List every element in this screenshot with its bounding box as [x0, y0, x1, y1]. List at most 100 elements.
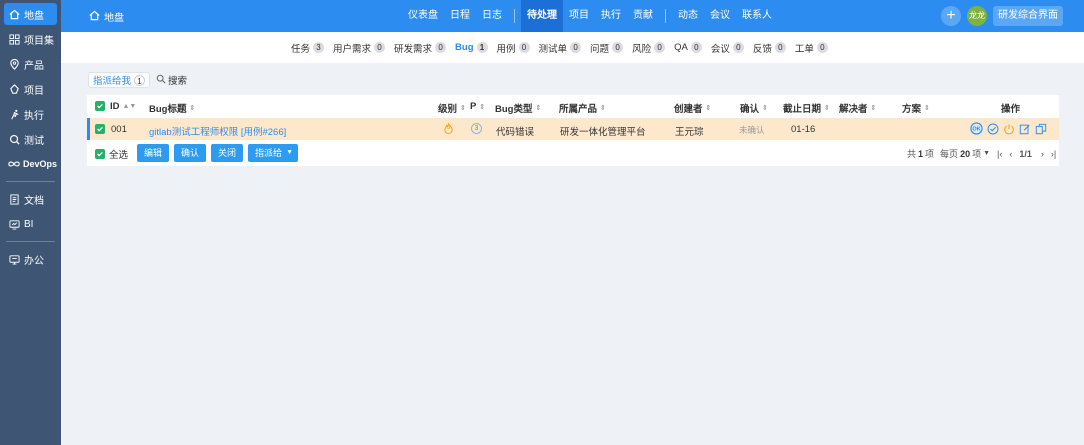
- cell-deadline: 01-16: [791, 124, 816, 135]
- batch-assign-dropdown[interactable]: 指派给 ▼: [248, 144, 299, 162]
- first-page-icon[interactable]: |‹: [997, 149, 1002, 159]
- top-navbar: 地盘 仪表盘 日程 日志 待处理 项目 执行 贡献 动态 会议 联系人 + 龙龙…: [61, 0, 1084, 32]
- tab-label: 用户需求: [333, 43, 372, 55]
- tab-issue[interactable]: 问题 0: [590, 41, 624, 55]
- nav-calendar[interactable]: 日程: [444, 0, 476, 32]
- header-label: Bug类型: [495, 104, 533, 115]
- table-row[interactable]: 001 gitlab测试工程师权限 [用例#266] 3 3 代码错误 研发一体…: [87, 118, 1059, 140]
- close-power-icon[interactable]: [1002, 122, 1015, 135]
- row-checkbox[interactable]: [95, 124, 105, 134]
- header-id[interactable]: ID ▲▼: [110, 101, 136, 112]
- header-confirmed[interactable]: 确认 ⇕: [740, 101, 768, 115]
- header-creator[interactable]: 创建者 ⇕: [674, 101, 711, 115]
- copy-icon[interactable]: [1034, 122, 1047, 135]
- sidebar-item-label: 执行: [24, 110, 44, 122]
- confirm-ok-icon[interactable]: OK: [970, 122, 983, 135]
- select-all-checkbox[interactable]: 全选: [95, 147, 128, 161]
- resolve-check-icon[interactable]: [986, 122, 999, 135]
- sidebar-item-test[interactable]: 测试: [4, 128, 57, 150]
- prev-page-icon[interactable]: ‹: [1009, 149, 1012, 159]
- tab-label: 用例: [496, 43, 516, 55]
- nav-dynamic[interactable]: 动态: [672, 0, 704, 32]
- breadcrumb-home[interactable]: 地盘: [89, 9, 124, 24]
- sidebar-item-label: 项目集: [24, 35, 54, 47]
- create-plus-button[interactable]: +: [941, 6, 961, 26]
- nav-log[interactable]: 日志: [476, 0, 508, 32]
- filter-assigned-to-me[interactable]: 指派给我 1: [88, 72, 151, 88]
- sort-icon: ⇕: [824, 105, 830, 112]
- header-select-all-checkbox[interactable]: [95, 101, 105, 111]
- header-product[interactable]: 所属产品 ⇕: [559, 101, 606, 115]
- last-page-icon[interactable]: ›|: [1051, 149, 1056, 159]
- nav-meeting[interactable]: 会议: [704, 0, 736, 32]
- interface-switch-button[interactable]: 研发综合界面: [993, 6, 1063, 26]
- sidebar-item-office[interactable]: 办公: [4, 248, 57, 270]
- grid-icon: [8, 33, 21, 46]
- checkbox[interactable]: [95, 149, 105, 159]
- tab-testtask[interactable]: 测试单 0: [539, 41, 582, 55]
- location-icon: [8, 58, 21, 71]
- run-icon: [8, 108, 21, 121]
- tab-user-story[interactable]: 用户需求 0: [333, 41, 386, 55]
- row-actions: OK: [970, 122, 1050, 135]
- header-resolution[interactable]: 方案 ⇕: [902, 101, 930, 115]
- header-label: Bug标题: [149, 104, 187, 115]
- header-title[interactable]: Bug标题 ⇕: [149, 101, 195, 115]
- sidebar-item-bi[interactable]: BI: [4, 213, 57, 235]
- header-priority[interactable]: P ⇕: [470, 101, 485, 112]
- count-badge: 3: [313, 42, 325, 53]
- header-resolver[interactable]: 解决者 ⇕: [839, 101, 876, 115]
- sort-icon: ⇕: [924, 105, 930, 112]
- tab-label: 工单: [794, 43, 814, 55]
- nav-contacts[interactable]: 联系人: [736, 0, 778, 32]
- header-label: 所属产品: [559, 104, 598, 115]
- nav-todo[interactable]: 待处理: [521, 0, 563, 32]
- per-page-suffix: 项: [972, 149, 982, 159]
- sidebar-item-dashboard[interactable]: 地盘: [4, 3, 57, 25]
- tab-case[interactable]: 用例 0: [497, 41, 530, 55]
- sidebar-item-project[interactable]: 项目: [4, 78, 57, 100]
- per-page-caret-icon[interactable]: ▼: [983, 150, 990, 157]
- breadcrumb-label: 地盘: [104, 13, 124, 24]
- nav-project[interactable]: 项目: [563, 0, 595, 32]
- search-button[interactable]: 搜索: [156, 73, 187, 87]
- header-deadline[interactable]: 截止日期 ⇕: [783, 101, 830, 115]
- per-page-value[interactable]: 20: [960, 149, 970, 159]
- tab-risk[interactable]: 风险 0: [632, 41, 666, 55]
- sidebar-item-doc[interactable]: 文档: [4, 188, 57, 210]
- tab-label: 研发需求: [394, 43, 433, 55]
- tab-qa[interactable]: QA 0: [674, 42, 702, 53]
- cell-title-link[interactable]: gitlab测试工程师权限 [用例#266]: [149, 124, 286, 138]
- nav-execution[interactable]: 执行: [595, 0, 627, 32]
- nav-contribution[interactable]: 贡献: [627, 0, 659, 32]
- tab-dev-story[interactable]: 研发需求 0: [394, 41, 447, 55]
- count-badge: 0: [816, 42, 828, 53]
- batch-confirm-button[interactable]: 确认: [174, 144, 207, 162]
- avatar[interactable]: 龙龙: [967, 6, 987, 26]
- checkbox[interactable]: [95, 101, 105, 111]
- sidebar-item-program[interactable]: 项目集: [4, 28, 57, 50]
- count-badge: 0: [654, 42, 666, 53]
- sidebar-item-devops[interactable]: DevOps: [4, 153, 57, 175]
- header-severity[interactable]: 级别 ⇕: [438, 101, 466, 115]
- tab-meeting[interactable]: 会议 0: [711, 41, 744, 55]
- sidebar-item-execution[interactable]: 执行: [4, 103, 57, 125]
- count-badge: 1: [134, 74, 146, 86]
- tab-ticket[interactable]: 工单 0: [795, 41, 828, 55]
- page-indicator: 1/1: [1019, 148, 1032, 159]
- edit-icon[interactable]: [1018, 122, 1031, 135]
- sidebar-item-product[interactable]: 产品: [4, 53, 57, 75]
- cell-id: 001: [111, 124, 127, 135]
- checkbox[interactable]: [95, 124, 105, 134]
- severity-value: 3: [447, 125, 451, 131]
- tab-feedback[interactable]: 反馈 0: [753, 41, 786, 55]
- tab-bug[interactable]: Bug 1: [455, 42, 488, 53]
- tab-task[interactable]: 任务 3: [291, 41, 325, 55]
- batch-edit-button[interactable]: 编辑: [137, 144, 170, 162]
- tab-label: 反馈: [752, 43, 772, 55]
- nav-dashboard[interactable]: 仪表盘: [402, 0, 444, 32]
- batch-close-button[interactable]: 关闭: [211, 144, 244, 162]
- next-page-icon[interactable]: ›: [1041, 149, 1044, 159]
- header-type[interactable]: Bug类型 ⇕: [495, 101, 541, 115]
- pagination: 共 1 项 每页 20 项 ▼ |‹ ‹ 1/1 › ›|: [907, 147, 1056, 160]
